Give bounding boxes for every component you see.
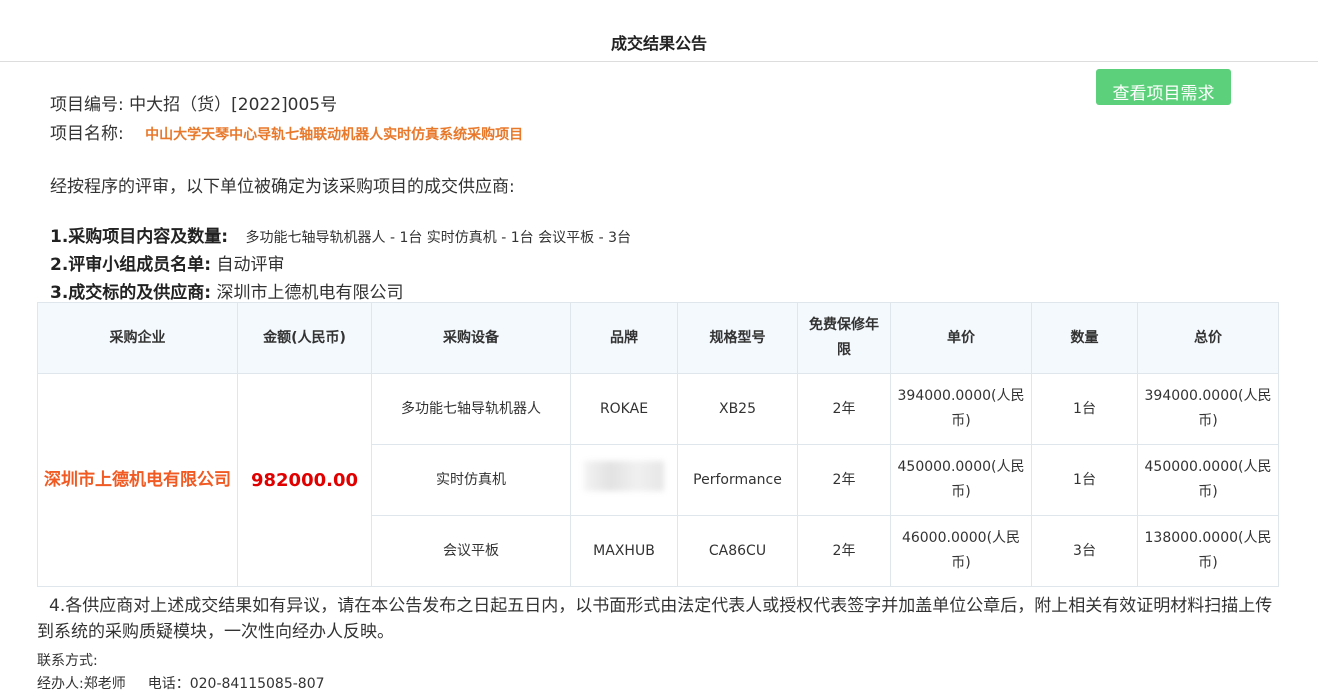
- award-amount: 982000.00: [237, 373, 372, 587]
- header-bar: 成交结果公告: [0, 0, 1318, 62]
- table-header-row: 采购企业 金额(人民币) 采购设备 品牌 规格型号 免费保修年限 单价 数量 总…: [37, 302, 1279, 374]
- procurement-content-value: 多功能七轴导轨机器人 - 1台 实时仿真机 - 1台 会议平板 - 3台: [245, 230, 631, 246]
- project-name-label: 项目名称:: [50, 124, 124, 144]
- device-cell: 会议平板: [371, 515, 571, 587]
- brand-cell: MAXHUB: [570, 515, 678, 587]
- brand-cell-obscured: [570, 444, 678, 516]
- procurement-content-label: 1.采购项目内容及数量:: [50, 227, 229, 247]
- blurred-brand-image: [584, 460, 664, 491]
- winning-supplier-value: 深圳市上德机电有限公司: [216, 283, 404, 303]
- table-row: 深圳市上德机电有限公司 982000.00 多功能七轴导轨机器人 ROKAE X…: [37, 373, 1279, 587]
- warranty-cell: 2年: [797, 515, 891, 587]
- review-panel: 2.评审小组成员名单: 自动评审: [50, 250, 285, 275]
- brand-cell: ROKAE: [570, 373, 678, 445]
- total-cell: 394000.0000(人民币): [1137, 373, 1279, 445]
- procurement-content: 1.采购项目内容及数量: 多功能七轴导轨机器人 - 1台 实时仿真机 - 1台 …: [50, 222, 631, 247]
- header-unit-price: 单价: [890, 302, 1032, 374]
- project-number-label: 项目编号:: [50, 95, 124, 115]
- vendor-name: 深圳市上德机电有限公司: [37, 373, 238, 587]
- unit-price-cell: 450000.0000(人民币): [890, 444, 1032, 516]
- header-amount: 金额(人民币): [237, 302, 372, 374]
- project-name: 项目名称: 中山大学天琴中心导轨七轴联动机器人实时仿真系统采购项目: [50, 119, 523, 144]
- header-quantity: 数量: [1031, 302, 1138, 374]
- project-number: 项目编号: 中大招（货）[2022]005号: [50, 90, 337, 115]
- header-total: 总价: [1137, 302, 1279, 374]
- header-buyer: 采购企业: [37, 302, 238, 374]
- contact-handler: 经办人:郑老师: [37, 676, 126, 692]
- contact-heading: 联系方式:: [37, 653, 98, 669]
- model-cell: Performance: [677, 444, 798, 516]
- device-cell: 多功能七轴导轨机器人: [371, 373, 571, 445]
- review-panel-value: 自动评审: [216, 255, 285, 275]
- view-requirements-button[interactable]: 查看项目需求: [1096, 69, 1231, 105]
- unit-price-cell: 46000.0000(人民币): [890, 515, 1032, 587]
- objection-notice: 4.各供应商对上述成交结果如有异议，请在本公告发布之日起五日内，以书面形式由法定…: [37, 596, 1273, 642]
- total-cell: 138000.0000(人民币): [1137, 515, 1279, 587]
- model-cell: XB25: [677, 373, 798, 445]
- header-model: 规格型号: [677, 302, 798, 374]
- intro-text: 经按程序的评审，以下单位被确定为该采购项目的成交供应商:: [50, 177, 515, 197]
- project-number-value: 中大招（货）[2022]005号: [129, 95, 338, 115]
- quantity-cell: 1台: [1031, 373, 1138, 445]
- page-title: 成交结果公告: [610, 34, 707, 53]
- project-name-value: 中山大学天琴中心导轨七轴联动机器人实时仿真系统采购项目: [145, 127, 524, 143]
- model-cell: CA86CU: [677, 515, 798, 587]
- warranty-cell: 2年: [797, 373, 891, 445]
- header-warranty: 免费保修年限: [797, 302, 891, 374]
- header-brand: 品牌: [570, 302, 678, 374]
- result-table: 采购企业 金额(人民币) 采购设备 品牌 规格型号 免费保修年限 单价 数量 总…: [37, 302, 1279, 587]
- total-cell: 450000.0000(人民币): [1137, 444, 1279, 516]
- header-device: 采购设备: [371, 302, 571, 374]
- contact-phone: 电话：020-84115085-807: [147, 676, 325, 692]
- unit-price-cell: 394000.0000(人民币): [890, 373, 1032, 445]
- device-cell: 实时仿真机: [371, 444, 571, 516]
- warranty-cell: 2年: [797, 444, 891, 516]
- contact-info: 经办人:郑老师 电话：020-84115085-807: [37, 673, 325, 693]
- winning-supplier-label: 3.成交标的及供应商:: [50, 283, 212, 303]
- review-panel-label: 2.评审小组成员名单:: [50, 255, 212, 275]
- quantity-cell: 3台: [1031, 515, 1138, 587]
- winning-supplier: 3.成交标的及供应商: 深圳市上德机电有限公司: [50, 278, 404, 303]
- quantity-cell: 1台: [1031, 444, 1138, 516]
